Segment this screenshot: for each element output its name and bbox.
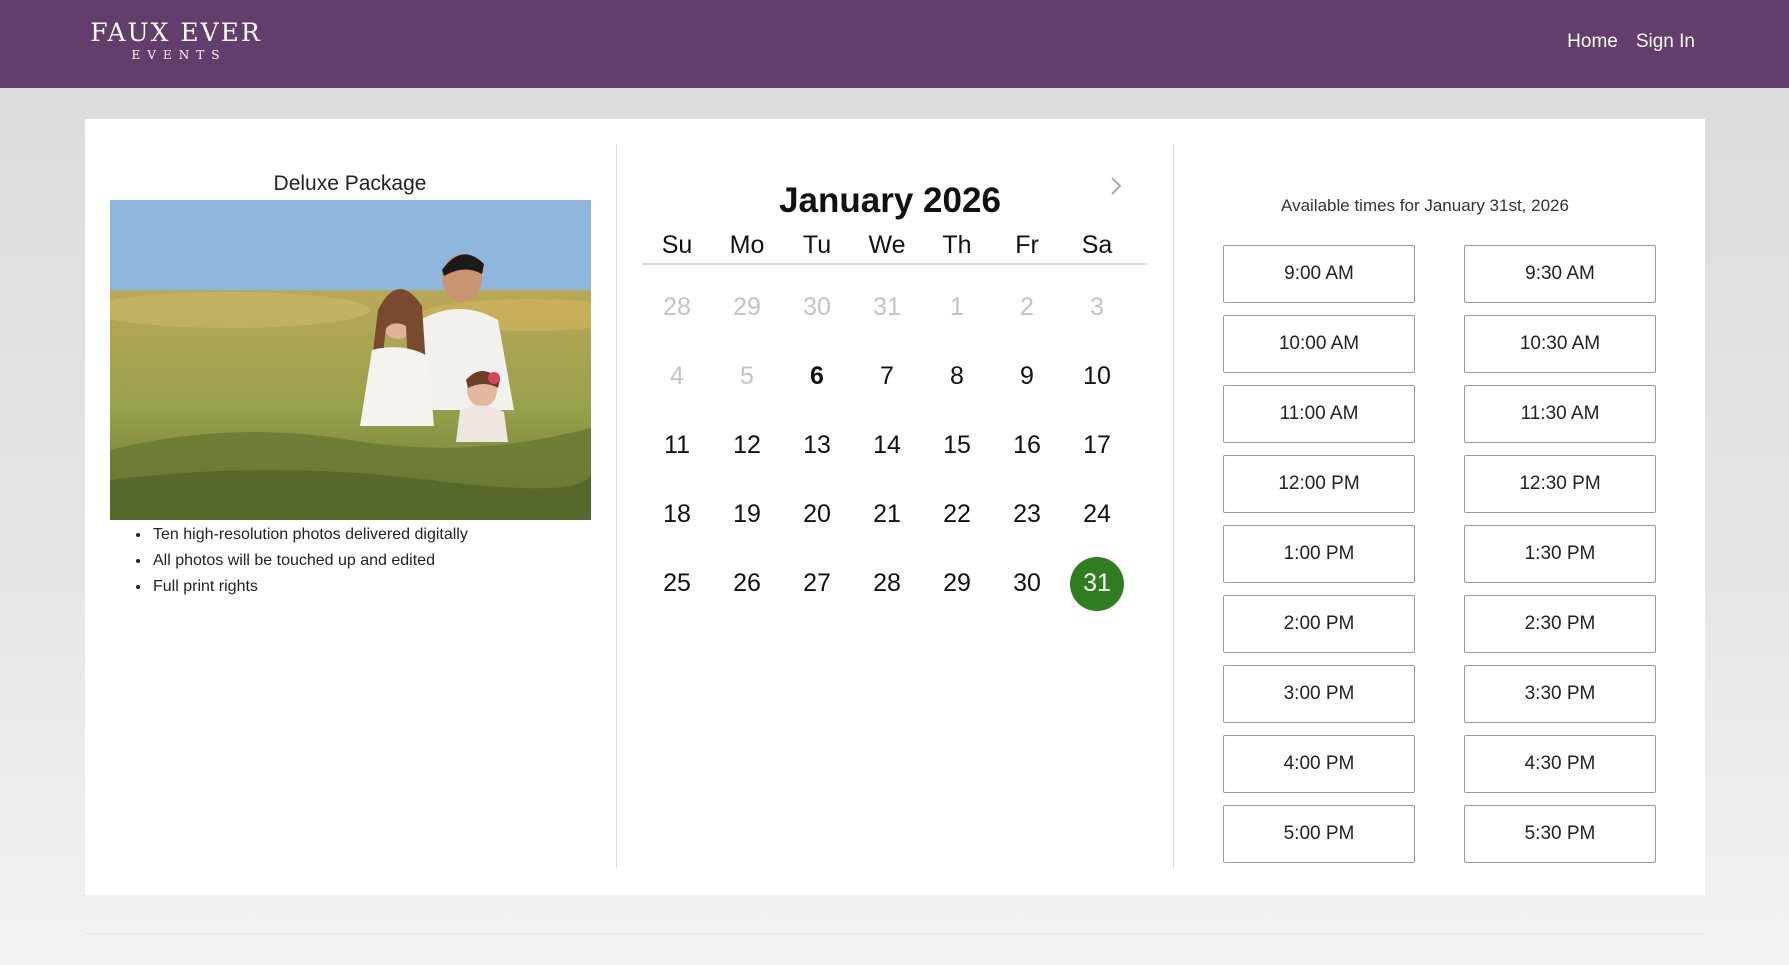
calendar-day[interactable]: 30 [1000,557,1054,611]
available-times-title: Available times for January 31st, 2026 [1281,196,1569,215]
calendar-day[interactable]: 13 [790,419,844,473]
calendar-day[interactable]: 29 [930,557,984,611]
calendar-day[interactable]: 15 [930,419,984,473]
calendar-day[interactable]: 11 [650,419,704,473]
calendar-day: 28 [663,293,691,321]
weekday-label: Sa [1081,231,1113,259]
package-feature-item: Full print rights [151,574,468,600]
time-slot-button[interactable]: 10:30 AM [1464,315,1656,373]
weekday-label: We [868,231,906,259]
time-slot-button[interactable]: 2:30 PM [1464,595,1656,653]
calendar-day[interactable]: 10 [1070,350,1124,404]
calendar-day: 3 [1090,293,1104,321]
time-slot-button[interactable]: 1:00 PM [1223,525,1415,583]
calendar-day: 29 [733,293,761,321]
calendar-week-row: 11 12 13 14 15 16 17 [642,411,1147,480]
weekday-label: Mo [729,231,765,259]
calendar-day: 4 [670,362,684,390]
calendar-day[interactable]: 28 [860,557,914,611]
calendar-day[interactable]: 20 [790,488,844,542]
time-slot-button[interactable]: 1:30 PM [1464,525,1656,583]
family-photo-image [110,200,591,520]
time-slot-button[interactable]: 4:00 PM [1223,735,1415,793]
footer-divider [85,933,1705,934]
calendar-week-row: 25 26 27 28 29 30 31 [642,549,1147,618]
package-photo [110,200,591,520]
column-divider [616,144,617,869]
calendar-weekday-header: Su Mo Tu We Th Fr Sa [642,225,1147,265]
weekday-label: Fr [1015,231,1039,259]
calendar-day[interactable]: 19 [720,488,774,542]
time-slot-button[interactable]: 10:00 AM [1223,315,1415,373]
calendar-day: 30 [803,293,831,321]
calendar-week-row: 28 29 30 31 1 2 3 [642,273,1147,342]
calendar-week-row: 18 19 20 21 22 23 24 [642,480,1147,549]
calendar-day[interactable]: 27 [790,557,844,611]
time-slot-button[interactable]: 5:00 PM [1223,805,1415,863]
top-nav: Home Sign In [1567,31,1695,53]
calendar-day: 1 [950,293,964,321]
site-header: FAUX EVER EVENTS Home Sign In [0,0,1789,88]
nav-home-link[interactable]: Home [1567,31,1618,53]
calendar-day[interactable]: 25 [650,557,704,611]
time-slot-button[interactable]: 2:00 PM [1223,595,1415,653]
time-slot-button[interactable]: 3:30 PM [1464,665,1656,723]
calendar-day[interactable]: 18 [650,488,704,542]
calendar-day[interactable]: 21 [860,488,914,542]
package-title: Deluxe Package [273,172,427,195]
brand-logo[interactable]: FAUX EVER EVENTS [85,18,267,62]
calendar-day: 2 [1020,293,1034,321]
calendar-day[interactable]: 6 [790,350,844,404]
calendar-day[interactable]: 26 [720,557,774,611]
calendar-month-label: January 2026 [779,181,1001,220]
package-feature-item: All photos will be touched up and edited [151,548,468,574]
calendar-day[interactable]: 7 [860,350,914,404]
nav-sign-in-link[interactable]: Sign In [1636,31,1695,53]
time-slot-button[interactable]: 11:30 AM [1464,385,1656,443]
calendar-day[interactable]: 14 [860,419,914,473]
time-slot-button[interactable]: 9:30 AM [1464,245,1656,303]
time-slot-button[interactable]: 5:30 PM [1464,805,1656,863]
calendar-day: 31 [873,293,901,321]
time-slot-button[interactable]: 9:00 AM [1223,245,1415,303]
package-features-list: Ten high-resolution photos delivered dig… [151,522,468,600]
weekday-label: Tu [802,231,832,259]
calendar-day[interactable]: 17 [1070,419,1124,473]
calendar-day[interactable]: 22 [930,488,984,542]
booking-panel: Deluxe Package • Ten high-resolution pho… [85,119,1705,895]
time-slot-button[interactable]: 11:00 AM [1223,385,1415,443]
calendar-day: 5 [740,362,754,390]
time-slot-grid: 9:00 AM 9:30 AM 10:00 AM 10:30 AM 11:00 AM 11… [1223,245,1656,863]
weekday-label: Th [942,231,972,259]
weekday-label: Su [661,231,693,259]
time-slot-button[interactable]: 12:00 PM [1223,455,1415,513]
calendar-grid: Su Mo Tu We Th Fr Sa 28 29 30 31 1 2 3 4 5 6 7 8 9 10 11 12 13… [642,225,1147,618]
brand-name: FAUX EVER [90,18,262,47]
calendar-day[interactable]: 23 [1000,488,1054,542]
package-feature-item: Ten high-resolution photos delivered dig… [151,522,468,548]
time-slot-button[interactable]: 12:30 PM [1464,455,1656,513]
calendar-day[interactable]: 16 [1000,419,1054,473]
calendar-day-selected[interactable]: 31 [1070,556,1124,611]
time-slot-button[interactable]: 3:00 PM [1223,665,1415,723]
time-slot-button[interactable]: 4:30 PM [1464,735,1656,793]
column-divider [1173,144,1174,869]
calendar-week-row: 4 5 6 7 8 9 10 [642,342,1147,411]
calendar-days: 28 29 30 31 1 2 3 4 5 6 7 8 9 10 11 12 13 14 15 16 17 18 19 20 2… [642,273,1147,618]
chevron-right-icon[interactable] [1109,173,1123,204]
calendar-day[interactable]: 24 [1070,488,1124,542]
calendar-day[interactable]: 8 [930,350,984,404]
brand-subtitle: EVENTS [131,48,227,62]
calendar-day[interactable]: 12 [720,419,774,473]
calendar-day[interactable]: 9 [1000,350,1054,404]
